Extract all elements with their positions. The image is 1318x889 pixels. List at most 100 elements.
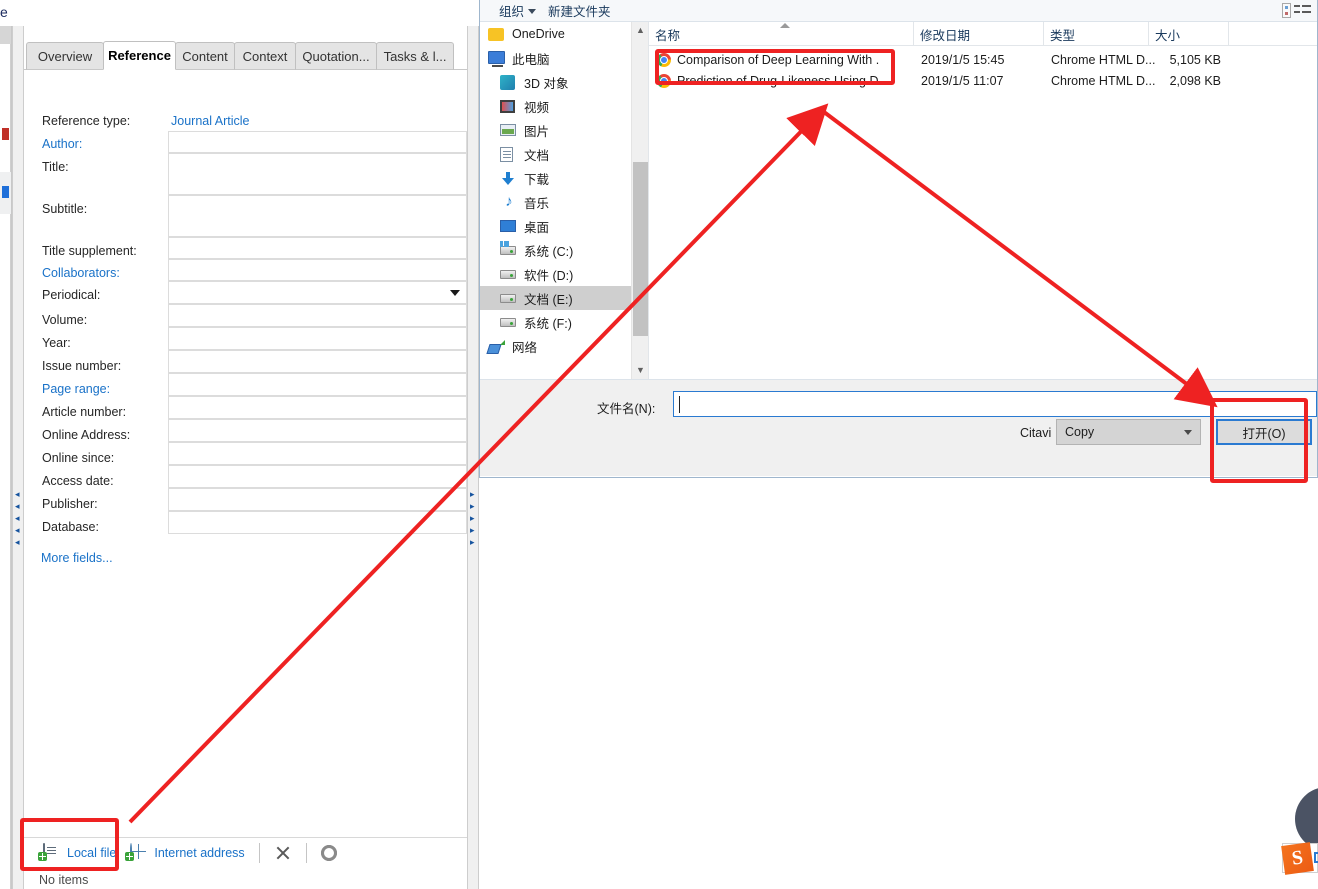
field-input-publisher[interactable] (168, 488, 467, 511)
right-splitter[interactable]: ▸ ▸ ▸ ▸ ▸ (467, 26, 479, 889)
tab-reference[interactable]: Reference (103, 41, 176, 70)
citavi-mode-label: Citavi (1020, 426, 1052, 440)
background-window-marker-blue (2, 186, 9, 198)
field-input-collaborators[interactable] (168, 259, 467, 281)
nav-item-9[interactable]: 系统 (C:) (480, 238, 631, 262)
field-input-title-supplement[interactable] (168, 237, 467, 259)
field-input-access-date[interactable] (168, 465, 467, 488)
field-input-year[interactable] (168, 327, 467, 350)
field-label-collaborators[interactable]: Collaborators: (42, 266, 120, 280)
attachments-empty-text: No items (39, 873, 89, 887)
field-input-article-number[interactable] (168, 396, 467, 419)
nav-item-3[interactable]: 视频 (480, 94, 631, 118)
nav-item-4[interactable]: 图片 (480, 118, 631, 142)
field-label-page-range[interactable]: Page range: (42, 382, 110, 396)
nav-item-11[interactable]: 文档 (E:) (480, 286, 631, 310)
dialog-toolbar: 组织 新建文件夹 (480, 0, 1317, 22)
drive-icon (500, 265, 518, 283)
splitter-grip: ▸ (470, 525, 475, 535)
column-header-2[interactable]: 类型 (1044, 22, 1149, 46)
system-drive-icon (500, 241, 518, 259)
splitter-grip: ▸ (470, 489, 475, 499)
floating-circle-widget[interactable] (1295, 787, 1318, 851)
field-input-database[interactable] (168, 511, 467, 534)
field-label-online-since: Online since: (42, 451, 115, 465)
onedrive-icon (488, 25, 506, 43)
nav-item-1[interactable]: 此电脑 (480, 46, 631, 70)
field-label-database: Database: (42, 520, 99, 534)
field-input-online-since[interactable] (168, 442, 467, 465)
nav-item-0[interactable]: OneDrive (480, 22, 631, 46)
field-input-subtitle[interactable] (168, 195, 467, 237)
nav-item-2[interactable]: 3D 对象 (480, 70, 631, 94)
organize-button[interactable]: 组织 (493, 0, 542, 22)
reference-tab-strip: Overview Reference Content Context Quotation… (24, 41, 467, 70)
field-label-title-supplement: Title supplement: (42, 244, 137, 258)
new-folder-button[interactable]: 新建文件夹 (542, 0, 617, 22)
3d-objects-icon (500, 73, 518, 91)
field-input-issue-number[interactable] (168, 350, 467, 373)
toolbar-divider (305, 842, 307, 863)
field-input-periodical[interactable] (168, 281, 467, 304)
chevron-down-icon (528, 9, 537, 14)
network-icon (488, 337, 506, 355)
field-input-online-address[interactable] (168, 419, 467, 442)
chevron-down-icon[interactable] (450, 289, 460, 296)
tab-quotation[interactable]: Quotation... (295, 42, 377, 70)
internet-address-icon (125, 843, 148, 861)
more-fields-link[interactable]: More fields... (41, 551, 113, 565)
attachment-settings-button[interactable] (316, 840, 342, 866)
reference-type-value[interactable]: Journal Article (171, 114, 250, 128)
tab-overview[interactable]: Overview (26, 42, 104, 70)
scrollbar-thumb[interactable] (633, 162, 648, 336)
nav-item-label: 系统 (F:) (524, 316, 572, 331)
navigation-scrollbar[interactable]: ▲ ▼ (631, 22, 648, 379)
field-input-volume[interactable] (168, 304, 467, 327)
nav-item-6[interactable]: 下载 (480, 166, 631, 190)
downloads-icon (500, 169, 518, 187)
tab-context[interactable]: Context (234, 42, 296, 70)
tab-label: Content (182, 48, 228, 64)
field-input-page-range[interactable] (168, 373, 467, 396)
background-window-header-sliver (0, 26, 11, 44)
tab-tasks-l[interactable]: Tasks & l... (376, 42, 454, 70)
field-label-periodical: Periodical: (42, 288, 101, 302)
add-internet-address-button[interactable]: Internet address (125, 840, 249, 866)
scroll-down-icon[interactable]: ▼ (632, 362, 649, 379)
field-label-author[interactable]: Author: (42, 137, 82, 151)
column-header-3[interactable]: 大小 (1149, 22, 1229, 46)
nav-item-label: 文档 (E:) (524, 292, 573, 307)
background-window-text: e (0, 4, 8, 20)
nav-item-5[interactable]: 文档 (480, 142, 631, 166)
sogou-ime-indicator[interactable]: S (1281, 842, 1318, 875)
file-type-cell: Chrome HTML D... (1051, 73, 1156, 88)
nav-item-label: 音乐 (524, 196, 550, 211)
scroll-up-icon[interactable]: ▲ (632, 22, 649, 39)
tab-content[interactable]: Content (175, 42, 235, 70)
nav-item-10[interactable]: 软件 (D:) (480, 262, 631, 286)
nav-item-label: 此电脑 (512, 52, 550, 67)
this-pc-icon (488, 49, 506, 67)
delete-attachment-button[interactable] (269, 840, 297, 866)
nav-item-13[interactable]: 网络 (480, 334, 631, 358)
field-label-issue-number: Issue number: (42, 359, 122, 373)
field-label-publisher: Publisher: (42, 497, 98, 511)
file-date-cell: 2019/1/5 15:45 (921, 52, 1005, 67)
nav-item-12[interactable]: 系统 (F:) (480, 310, 631, 334)
nav-item-7[interactable]: ♪ 音乐 (480, 190, 631, 214)
field-input-title[interactable] (168, 153, 467, 195)
field-input-author[interactable] (168, 131, 467, 153)
citavi-mode-select[interactable]: Copy (1056, 419, 1201, 445)
left-splitter[interactable]: ◂ ◂ ◂ ◂ ◂ (12, 26, 24, 889)
tab-label: Quotation... (302, 48, 370, 64)
background-window-marker-red (2, 128, 9, 140)
nav-item-8[interactable]: 桌面 (480, 214, 631, 238)
field-label-title: Title: (42, 160, 69, 174)
navigation-pane: OneDrive 此电脑 3D 对象 视频 图片 文档 下载 ♪ 音乐 桌面 系统 (C:) 软件 (… (480, 22, 631, 379)
column-header-1[interactable]: 修改日期 (914, 22, 1044, 46)
filename-label: 文件名(N): (597, 402, 656, 416)
splitter-grip: ◂ (15, 489, 20, 499)
nav-item-label: 软件 (D:) (524, 268, 574, 283)
view-layout-icon[interactable] (1282, 3, 1312, 19)
close-icon (274, 844, 292, 862)
